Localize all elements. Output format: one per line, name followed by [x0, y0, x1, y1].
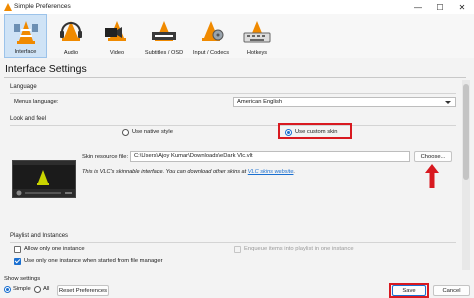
one-instance-file-manager-option[interactable]: Use only one instance when started from … [14, 257, 194, 266]
window-title: Simple Preferences [14, 3, 71, 10]
tab-interface[interactable]: Interface [4, 14, 47, 58]
tab-audio[interactable]: Audio [49, 14, 93, 58]
skin-info-text: This is VLC's skinnable interface. You c… [82, 169, 295, 175]
tab-video-label: Video [109, 50, 125, 56]
scrollbar-thumb[interactable] [463, 84, 469, 180]
subtitles-icon [152, 21, 176, 41]
skin-file-input[interactable]: C:\Users\Ajoy Kumar\Downloads\eDark Vlc.… [130, 151, 410, 162]
tab-subtitles-osd[interactable]: Subtitles / OSD [141, 14, 187, 58]
menus-language-select[interactable]: American English [233, 97, 456, 107]
allow-one-instance-checkbox[interactable] [14, 246, 21, 253]
tab-subtitles-label: Subtitles / OSD [144, 50, 184, 56]
red-arrow-icon [425, 164, 439, 188]
language-divider [10, 93, 456, 94]
one-instance-file-manager-checkbox[interactable] [14, 258, 21, 265]
all-radio[interactable] [34, 286, 41, 293]
cancel-button[interactable]: Cancel [433, 285, 470, 296]
custom-skin-radio[interactable] [285, 129, 292, 136]
tab-hotkeys[interactable]: Hotkeys [235, 14, 279, 58]
all-label: All [43, 286, 50, 292]
tab-video[interactable]: Video [95, 14, 139, 58]
custom-skin-option[interactable]: Use custom skin [285, 128, 349, 137]
minimize-button[interactable]: — [407, 0, 429, 14]
skin-preview [12, 160, 76, 198]
save-button[interactable]: Save [392, 285, 426, 296]
enqueue-items-option[interactable]: Enqueue items into playlist in one insta… [234, 245, 394, 254]
playlist-divider [10, 242, 456, 243]
title-divider [4, 77, 466, 78]
enqueue-items-label: Enqueue items into playlist in one insta… [244, 246, 354, 252]
native-style-radio[interactable] [122, 129, 129, 136]
chevron-down-icon [445, 101, 451, 104]
custom-skin-label: Use custom skin [295, 129, 338, 135]
simple-option[interactable]: Simple [4, 285, 32, 294]
input-codecs-icon [202, 21, 224, 41]
tab-audio-label: Audio [63, 50, 79, 56]
menus-language-label: Menus language: [14, 99, 59, 105]
skin-info-suffix: . [293, 169, 296, 175]
skin-file-value: C:\Users\Ajoy Kumar\Downloads\eDark Vlc.… [134, 153, 253, 159]
category-toolbar: Interface Audio Video Subtitles / OSD In… [0, 14, 474, 58]
all-option[interactable]: All [34, 285, 52, 294]
interface-icon [13, 21, 38, 44]
skin-file-label: Skin resource file: [82, 154, 129, 160]
footer-bar: Show settings Simple All Reset Preferenc… [0, 272, 474, 298]
video-icon [105, 21, 126, 41]
simple-label: Simple [13, 286, 31, 292]
tab-hotkeys-label: Hotkeys [246, 50, 268, 56]
page-title: Interface Settings [5, 63, 87, 75]
skin-info-prefix: This is VLC's skinnable interface. You c… [82, 169, 248, 175]
native-style-option[interactable]: Use native style [122, 128, 192, 137]
allow-one-instance-option[interactable]: Allow only one instance [14, 245, 134, 254]
audio-icon [60, 21, 82, 41]
enqueue-items-checkbox[interactable] [234, 246, 241, 253]
native-style-label: Use native style [132, 129, 173, 135]
tab-interface-label: Interface [14, 49, 37, 55]
reset-preferences-button[interactable]: Reset Preferences [57, 285, 109, 296]
simple-radio[interactable] [4, 286, 11, 293]
look-divider [10, 125, 456, 126]
allow-one-instance-label: Allow only one instance [24, 246, 85, 252]
close-button[interactable]: ✕ [451, 0, 473, 14]
tab-input-codecs-label: Input / Codecs [192, 50, 230, 56]
one-instance-file-manager-label: Use only one instance when started from … [24, 258, 163, 264]
skin-preview-graphic [13, 161, 75, 197]
maximize-button[interactable]: ☐ [429, 0, 451, 14]
playlist-section-label: Playlist and Instances [10, 233, 69, 239]
choose-button[interactable]: Choose... [414, 151, 452, 162]
vlc-skins-link[interactable]: VLC skins website [248, 169, 294, 175]
show-settings-label: Show settings [4, 276, 41, 282]
look-and-feel-section-label: Look and feel [10, 116, 47, 122]
language-section-label: Language [10, 84, 37, 90]
hotkeys-icon [243, 21, 271, 43]
menus-language-value: American English [237, 99, 283, 105]
tab-input-codecs[interactable]: Input / Codecs [188, 14, 234, 58]
vlc-cone-icon [4, 3, 12, 11]
title-bar: Simple Preferences — ☐ ✕ [0, 0, 474, 14]
settings-panel: Language Menus language: American Englis… [4, 80, 462, 270]
